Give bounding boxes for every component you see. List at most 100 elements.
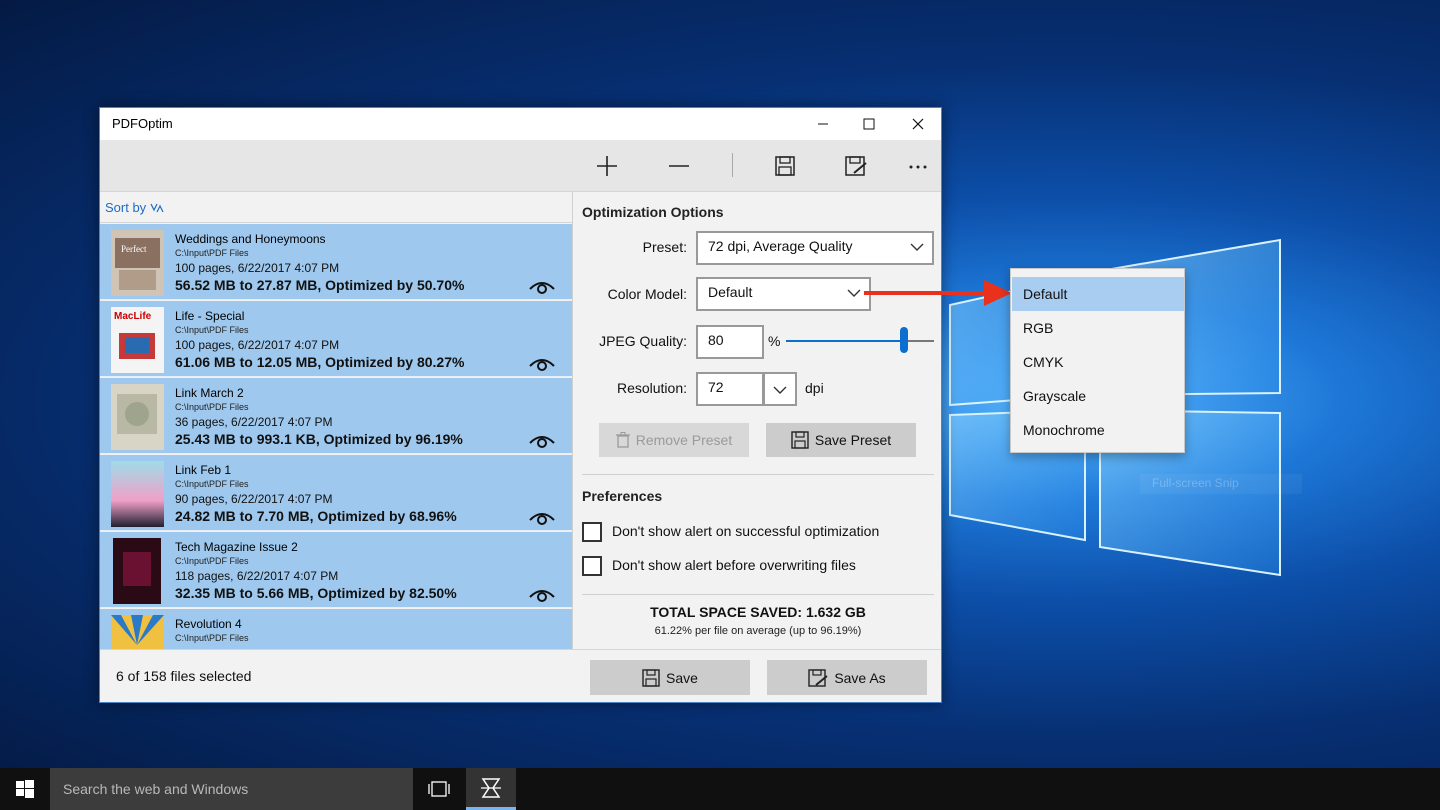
close-icon — [912, 118, 924, 130]
preset-dropdown[interactable]: 72 dpi, Average Quality — [696, 231, 934, 265]
resolution-input[interactable]: 72 — [696, 372, 764, 406]
file-meta: 118 pages, 6/22/2017 4:07 PM — [175, 569, 339, 583]
toolbar — [100, 140, 941, 192]
save-preset-label: Save Preset — [814, 432, 892, 448]
sort-divider — [100, 222, 572, 223]
file-meta: 90 pages, 6/22/2017 4:07 PM — [175, 492, 333, 506]
preferences-divider — [582, 594, 934, 595]
file-item[interactable]: MacLife Life - Special C:\Input\PDF File… — [100, 301, 572, 377]
save-label: Save — [666, 669, 698, 686]
start-button[interactable] — [0, 768, 50, 810]
file-name: Tech Magazine Issue 2 — [175, 540, 298, 554]
file-result: 25.43 MB to 993.1 KB, Optimized by 96.19… — [175, 431, 463, 447]
eye-icon[interactable] — [528, 431, 556, 449]
ghost-label: Full-screen Snip — [1140, 474, 1302, 494]
resolution-value: 72 — [708, 379, 724, 395]
eye-icon[interactable] — [528, 585, 556, 603]
magazine-thumbnail — [111, 384, 164, 450]
jpeg-quality-label: JPEG Quality: — [599, 333, 687, 349]
floppy-icon — [791, 431, 809, 449]
jpeg-quality-slider-thumb[interactable] — [900, 327, 909, 353]
magazine-thumbnail: Perfect — [111, 230, 164, 296]
color-option-grayscale[interactable]: Grayscale — [1012, 379, 1184, 413]
file-path: C:\Input\PDF Files — [175, 479, 249, 489]
maximize-button[interactable] — [846, 108, 892, 140]
more-options-button[interactable] — [900, 150, 936, 182]
color-model-label: Color Model: — [607, 286, 687, 302]
pref-overwrite-alert-checkbox[interactable] — [582, 556, 602, 576]
file-item[interactable]: Tech Magazine Issue 2 C:\Input\PDF Files… — [100, 532, 572, 608]
color-model-dropdown[interactable]: Default — [696, 277, 871, 311]
color-option-cmyk[interactable]: CMYK — [1012, 345, 1184, 379]
file-item[interactable]: Perfect Weddings and Honeymoons C:\Input… — [100, 224, 572, 300]
file-path: C:\Input\PDF Files — [175, 556, 249, 566]
minus-icon — [669, 165, 689, 167]
resolution-unit: dpi — [805, 380, 824, 396]
options-pane: Optimization Options Preset: 72 dpi, Ave… — [574, 192, 941, 649]
remove-preset-button[interactable]: Remove Preset — [599, 423, 749, 457]
magazine-thumbnail — [113, 538, 161, 604]
preset-value: 72 dpi, Average Quality — [708, 238, 853, 254]
minimize-button[interactable] — [800, 108, 846, 140]
save-as-label: Save As — [834, 669, 886, 686]
save-as-toolbar-button[interactable] — [838, 150, 874, 182]
chevron-down-icon — [773, 386, 787, 394]
file-path: C:\Input\PDF Files — [175, 402, 249, 412]
floppy-icon — [642, 668, 660, 687]
pref-success-alert-checkbox[interactable] — [582, 522, 602, 542]
file-meta: 100 pages, 6/22/2017 4:07 PM — [175, 338, 340, 352]
file-item[interactable]: Revolution 4 C:\Input\PDF Files — [100, 609, 572, 649]
eye-icon[interactable] — [528, 277, 556, 295]
file-name: Revolution 4 — [175, 617, 242, 631]
save-toolbar-button[interactable] — [767, 150, 803, 182]
preset-label: Preset: — [642, 239, 687, 255]
close-button[interactable] — [895, 108, 941, 140]
save-button[interactable]: Save — [590, 660, 750, 695]
optimization-options-title: Optimization Options — [582, 204, 724, 220]
file-result: 61.06 MB to 12.05 MB, Optimized by 80.27… — [175, 354, 465, 370]
file-name: Weddings and Honeymoons — [175, 232, 326, 246]
app-window: PDFOptim Sort by Perfect Weddings and Ho… — [99, 107, 942, 703]
file-name: Life - Special — [175, 309, 245, 323]
resolution-dropdown-button[interactable] — [763, 372, 797, 406]
jpeg-quality-input[interactable]: 80 — [696, 325, 764, 359]
color-option-default[interactable]: Default — [1012, 277, 1184, 311]
taskbar-search-placeholder: Search the web and Windows — [63, 781, 249, 797]
floppy-edit-icon — [808, 668, 828, 687]
file-name: Link Feb 1 — [175, 463, 232, 477]
sort-icon — [150, 203, 164, 212]
remove-preset-label: Remove Preset — [635, 432, 733, 448]
window-title: PDFOptim — [112, 116, 173, 131]
file-result: 24.82 MB to 7.70 MB, Optimized by 68.96% — [175, 508, 457, 524]
color-option-rgb[interactable]: RGB — [1012, 311, 1184, 345]
task-view-icon — [428, 781, 450, 797]
magazine-thumbnail: MacLife — [111, 307, 164, 373]
file-path: C:\Input\PDF Files — [175, 633, 249, 643]
floppy-icon — [775, 156, 795, 176]
resolution-label: Resolution: — [616, 380, 687, 396]
eye-icon[interactable] — [528, 508, 556, 526]
save-as-button[interactable]: Save As — [767, 660, 927, 695]
eye-icon[interactable] — [528, 354, 556, 372]
jpeg-quality-slider-fill — [786, 340, 905, 342]
taskbar-pdfoptim-app[interactable] — [466, 768, 516, 810]
remove-files-button[interactable] — [661, 150, 697, 182]
options-divider — [582, 474, 934, 475]
pref-overwrite-alert-label: Don't show alert before overwriting file… — [612, 557, 856, 573]
svg-text:Perfect: Perfect — [121, 244, 147, 254]
pdfoptim-app-icon — [481, 777, 501, 798]
sort-by-label: Sort by — [105, 200, 147, 215]
total-space-saved: TOTAL SPACE SAVED: 1.632 GB — [650, 604, 866, 620]
sort-by-button[interactable]: Sort by — [105, 200, 164, 215]
chevron-down-icon — [847, 289, 861, 297]
task-view-button[interactable] — [418, 768, 460, 810]
taskbar-search-box[interactable]: Search the web and Windows — [50, 768, 413, 810]
title-bar: PDFOptim — [100, 108, 941, 140]
color-option-monochrome[interactable]: Monochrome — [1012, 413, 1184, 447]
add-files-button[interactable] — [589, 150, 625, 182]
windows-start-icon — [16, 780, 34, 798]
taskbar: Search the web and Windows — [0, 768, 1440, 810]
file-item[interactable]: Link March 2 C:\Input\PDF Files 36 pages… — [100, 378, 572, 454]
save-preset-button[interactable]: Save Preset — [766, 423, 916, 457]
file-item[interactable]: Link Feb 1 C:\Input\PDF Files 90 pages, … — [100, 455, 572, 531]
